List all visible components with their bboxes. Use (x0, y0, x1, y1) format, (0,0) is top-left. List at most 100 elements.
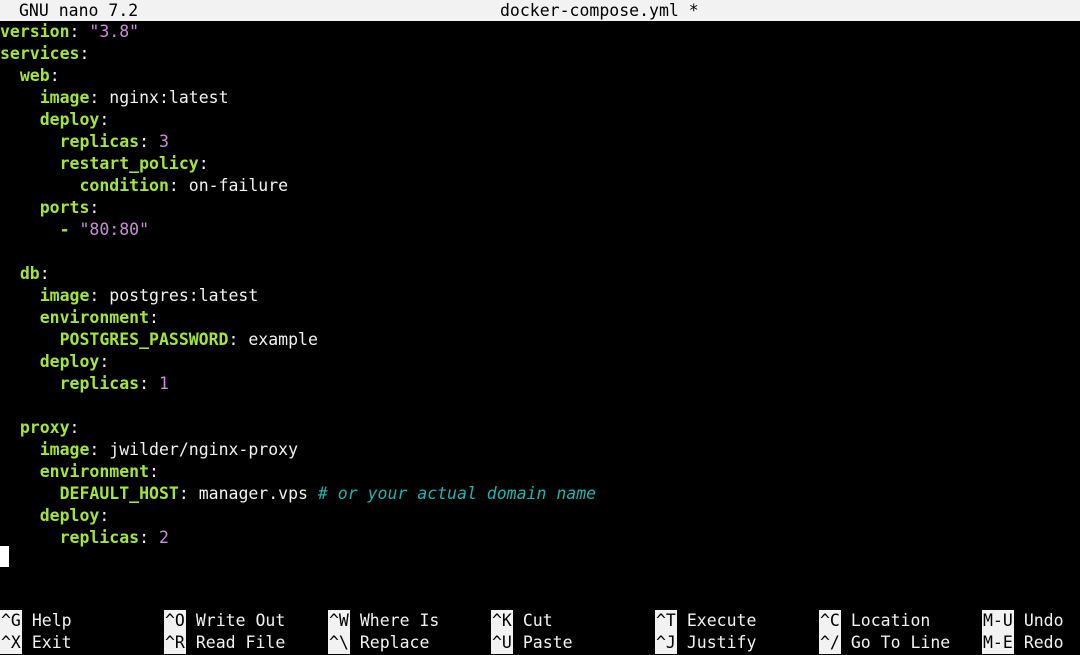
yaml-separator: : (69, 22, 90, 41)
yaml-key: deploy (39, 352, 100, 371)
text-editor-area[interactable]: version: "3.8" services: web: image: ngin… (0, 21, 1080, 601)
code-line: deploy: (0, 505, 110, 527)
shortcut-replace[interactable]: ^\ Replace (328, 632, 429, 654)
shortcut-key: ^R (164, 632, 186, 654)
shortcut-write-out[interactable]: ^O Write Out (164, 610, 285, 632)
shortcut-label: Go To Line (850, 633, 951, 652)
shortcut-key: ^X (0, 632, 22, 654)
yaml-separator: : (139, 374, 159, 393)
yaml-separator: : (99, 352, 110, 371)
shortcut-where-is[interactable]: ^W Where Is (328, 610, 439, 632)
code-line: db: (0, 263, 50, 285)
yaml-value: 3 (158, 132, 169, 151)
shortcut-label: Location (850, 611, 931, 630)
yaml-key: replicas (59, 132, 140, 151)
yaml-value: 1 (158, 374, 169, 393)
yaml-key: POSTGRES_PASSWORD (59, 330, 229, 349)
code-line: deploy: (0, 109, 110, 131)
yaml-comment: # or your actual domain name (307, 484, 597, 503)
yaml-value: nginx:latest (109, 88, 229, 107)
title-bar: GNU nano 7.2 docker-compose.yml * (0, 0, 1080, 21)
yaml-key: restart_policy (59, 154, 199, 173)
yaml-separator: : (69, 418, 80, 437)
yaml-separator: : (99, 110, 110, 129)
shortcut-label: Where Is (359, 611, 440, 630)
yaml-separator: : (228, 330, 249, 349)
shortcut-key: ^\ (328, 632, 350, 654)
shortcut-label: Read File (195, 633, 286, 652)
yaml-key: image (39, 440, 90, 459)
shortcut-key: ^J (655, 632, 677, 654)
code-line: POSTGRES_PASSWORD: example (0, 329, 318, 351)
code-line: replicas: 3 (0, 131, 169, 153)
yaml-key: version (0, 22, 70, 41)
yaml-value: "80:80" (79, 220, 150, 239)
code-line: image: postgres:latest (0, 285, 259, 307)
code-line: proxy: (0, 417, 80, 439)
yaml-separator: : (178, 484, 199, 503)
shortcut-label: Write Out (195, 611, 286, 630)
yaml-key: deploy (39, 506, 100, 525)
yaml-key: environment (39, 462, 150, 481)
yaml-separator: : (149, 462, 159, 481)
yaml-key: condition (79, 176, 169, 195)
code-line: version: "3.8" (0, 21, 139, 43)
shortcut-execute[interactable]: ^T Execute (655, 610, 756, 632)
text-cursor (0, 546, 9, 567)
shortcut-bar: ^G Help ^X Exit ^O Write Out ^R Read File ^W Wher… (0, 610, 1080, 655)
shortcut-help[interactable]: ^G Help (0, 610, 72, 632)
yaml-separator: : (139, 528, 159, 547)
code-line: environment: (0, 307, 159, 329)
app-name: GNU nano 7.2 (19, 1, 139, 20)
shortcut-go-to-line[interactable]: ^/ Go To Line (819, 632, 950, 654)
shortcut-label: Exit (31, 633, 72, 652)
shortcut-paste[interactable]: ^U Paste (491, 632, 573, 654)
yaml-value: manager.vps (198, 484, 308, 503)
shortcut-key: ^U (491, 632, 513, 654)
shortcut-key: M-E (982, 632, 1014, 654)
code-line: web: (0, 65, 60, 87)
shortcut-label: Execute (686, 611, 757, 630)
yaml-key: image (39, 286, 90, 305)
yaml-value: postgres:latest (109, 286, 259, 305)
yaml-value: "3.8" (89, 22, 140, 41)
yaml-separator: : (99, 506, 110, 525)
shortcut-justify[interactable]: ^J Justify (655, 632, 756, 654)
shortcut-redo[interactable]: M-E Redo (982, 632, 1064, 654)
shortcut-read-file[interactable]: ^R Read File (164, 632, 285, 654)
yaml-value: on-failure (188, 176, 289, 195)
yaml-separator: : (149, 308, 159, 327)
shortcut-key: ^W (328, 610, 350, 632)
shortcut-label: Redo (1023, 633, 1064, 652)
shortcut-exit[interactable]: ^X Exit (0, 632, 72, 654)
code-line: replicas: 2 (0, 527, 169, 549)
code-line: condition: on-failure (0, 175, 288, 197)
yaml-separator: : (89, 440, 110, 459)
yaml-value: jwilder/nginx-proxy (109, 440, 299, 459)
yaml-separator: : (168, 176, 189, 195)
shortcut-cut[interactable]: ^K Cut (491, 610, 553, 632)
shortcut-label: Replace (359, 633, 430, 652)
yaml-key: services (0, 44, 80, 63)
shortcut-location[interactable]: ^C Location (819, 610, 930, 632)
yaml-separator: : (198, 154, 209, 173)
shortcut-undo[interactable]: M-U Undo (982, 610, 1064, 632)
yaml-value: 2 (158, 528, 169, 547)
yaml-key: - (59, 220, 70, 239)
shortcut-key: ^C (819, 610, 841, 632)
shortcut-key: M-U (982, 610, 1014, 632)
code-line: services: (0, 43, 89, 65)
shortcut-key: ^/ (819, 632, 841, 654)
code-line: DEFAULT_HOST: manager.vps # or your actu… (0, 483, 596, 505)
shortcut-label: Justify (686, 633, 757, 652)
